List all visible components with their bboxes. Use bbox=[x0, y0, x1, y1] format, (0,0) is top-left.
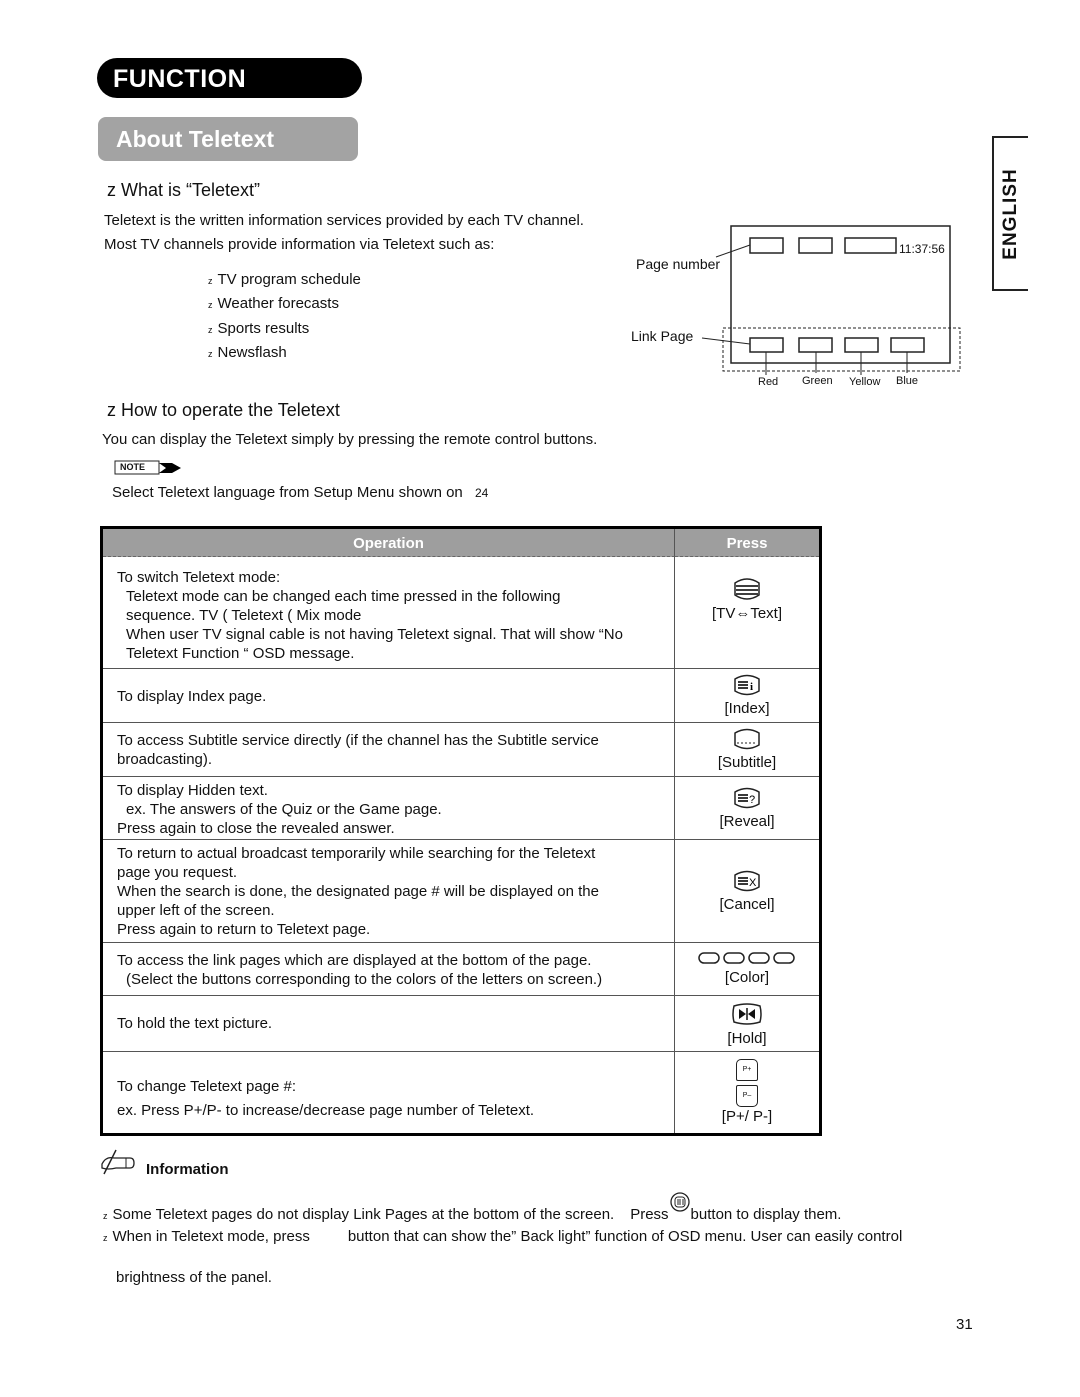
header-box-wide bbox=[844, 237, 897, 254]
press-cell: i [Index] bbox=[675, 669, 819, 727]
operation-cell: To hold the text picture. bbox=[103, 996, 675, 1051]
table-row: To display Hidden text. ex. The answers … bbox=[103, 776, 819, 839]
section-banner-function: FUNCTION bbox=[97, 58, 362, 98]
table-row: To hold the text picture. [Hold] bbox=[103, 995, 819, 1051]
red-button-icon bbox=[698, 952, 720, 964]
key-label: [Color] bbox=[724, 969, 770, 986]
key-label: [P+/ P-] bbox=[721, 1108, 773, 1125]
page-number-box bbox=[749, 237, 784, 254]
diagram-clock: 11:37:56 bbox=[899, 242, 945, 256]
operation-cell: To display Hidden text. ex. The answers … bbox=[103, 777, 675, 839]
list-item: z Weather forecasts bbox=[208, 295, 339, 312]
hold-icon bbox=[732, 1003, 762, 1025]
how-to-intro: You can display the Teletext simply by p… bbox=[102, 431, 598, 448]
link-box-yellow bbox=[844, 337, 879, 353]
svg-text:?: ? bbox=[749, 794, 755, 806]
color-buttons-icon bbox=[698, 952, 795, 964]
key-label: [Subtitle] bbox=[717, 754, 777, 771]
page-down-icon: P– bbox=[736, 1085, 758, 1107]
bullet-icon: z bbox=[208, 276, 213, 286]
header-box bbox=[798, 237, 833, 254]
link-box-green bbox=[798, 337, 833, 353]
bullet-icon: z bbox=[103, 1233, 108, 1243]
index-button-icon bbox=[669, 1192, 690, 1212]
table-row: To switch Teletext mode: Teletext mode c… bbox=[103, 557, 819, 668]
link-color-yellow: Yellow bbox=[849, 376, 881, 388]
what-is-para1: Teletext is the written information serv… bbox=[104, 212, 584, 229]
press-cell: [Color] bbox=[675, 943, 819, 1003]
operation-cell: To display Index page. bbox=[103, 669, 675, 722]
index-icon: i bbox=[734, 674, 760, 696]
heading-text: How to operate the Teletext bbox=[121, 400, 340, 420]
info-item: z Some Teletext pages do not display Link… bbox=[103, 1191, 841, 1223]
info-item: z When in Teletext mode, press button that… bbox=[103, 1228, 903, 1245]
table-row: To display Index page. i [Index] bbox=[103, 668, 819, 722]
link-box-red bbox=[749, 337, 784, 353]
column-header-press: Press bbox=[675, 529, 819, 557]
operation-cell: To access Subtitle service directly (if … bbox=[103, 723, 675, 776]
table-row: To return to actual broadcast temporaril… bbox=[103, 839, 819, 942]
subtitle-icon bbox=[734, 728, 760, 750]
key-label: [Reveal] bbox=[719, 813, 775, 830]
how-to-heading: z How to operate the Teletext bbox=[107, 400, 340, 421]
heading-bullet: z bbox=[107, 180, 116, 200]
press-cell: [Subtitle] bbox=[675, 723, 819, 781]
pencil-note-icon bbox=[101, 1149, 135, 1175]
reveal-icon: ? bbox=[734, 787, 760, 809]
key-label: [TV⇔Text] bbox=[711, 605, 782, 622]
link-color-red: Red bbox=[758, 376, 779, 388]
operation-cell: To switch Teletext mode: Teletext mode c… bbox=[103, 557, 675, 668]
column-header-operation: Operation bbox=[103, 529, 675, 557]
press-cell: P+ P– [P+/ P-] bbox=[675, 1052, 819, 1140]
link-page-leader bbox=[701, 337, 751, 345]
cancel-icon: X bbox=[734, 870, 760, 892]
page-number: 31 bbox=[956, 1316, 973, 1333]
language-tab-label: ENGLISH bbox=[1000, 167, 1021, 260]
operation-cell: To access the link pages which are displ… bbox=[103, 943, 675, 995]
table-row: To access Subtitle service directly (if … bbox=[103, 722, 819, 776]
operation-cell: To change Teletext page #: ex. Press P+/… bbox=[103, 1052, 675, 1133]
what-is-heading: z What is “Teletext” bbox=[107, 180, 260, 201]
text-mode-icon bbox=[734, 578, 760, 600]
bullet-icon: z bbox=[103, 1211, 108, 1221]
green-button-icon bbox=[723, 952, 745, 964]
link-box-blue bbox=[890, 337, 925, 353]
yellow-button-icon bbox=[748, 952, 770, 964]
note-badge-label: NOTE bbox=[120, 462, 146, 472]
press-cell: [Hold] bbox=[675, 996, 819, 1057]
page-number-label: Page number bbox=[636, 256, 721, 272]
language-tab: ENGLISH bbox=[992, 136, 1028, 291]
key-label: [Cancel] bbox=[719, 896, 775, 913]
blue-button-icon bbox=[773, 952, 795, 964]
svg-text:i: i bbox=[750, 681, 753, 693]
page-number-leader bbox=[715, 244, 751, 258]
table-row: To change Teletext page #: ex. Press P+/… bbox=[103, 1051, 819, 1133]
info-item-continuation: brightness of the panel. bbox=[116, 1269, 272, 1286]
heading-text: What is “Teletext” bbox=[121, 180, 261, 200]
bullet-icon: z bbox=[208, 349, 213, 359]
link-page-label: Link Page bbox=[631, 328, 694, 344]
table-row: To access the link pages which are displ… bbox=[103, 942, 819, 995]
list-item: z Sports results bbox=[208, 320, 310, 337]
note-text: Select Teletext language from Setup Menu… bbox=[112, 484, 489, 501]
list-item: z Newsflash bbox=[208, 344, 287, 361]
note-page-ref[interactable]: 24 bbox=[475, 486, 488, 500]
key-label: [Hold] bbox=[727, 1030, 767, 1047]
link-color-blue: Blue bbox=[896, 375, 919, 387]
heading-bullet: z bbox=[107, 400, 116, 420]
operations-table: Operation Press To switch Teletext mode:… bbox=[100, 526, 822, 1136]
page-up-icon: P+ bbox=[736, 1059, 758, 1081]
subsection-banner-about-teletext: About Teletext bbox=[98, 117, 358, 161]
link-color-green: Green bbox=[802, 375, 833, 387]
operation-cell: To return to actual broadcast temporaril… bbox=[103, 840, 675, 942]
bullet-icon: z bbox=[208, 325, 213, 335]
information-title: Information bbox=[146, 1161, 229, 1178]
bullet-icon: z bbox=[208, 300, 213, 310]
svg-text:X: X bbox=[749, 877, 757, 889]
list-item: z TV program schedule bbox=[208, 271, 361, 288]
what-is-para2: Most TV channels provide information via… bbox=[104, 236, 495, 253]
key-label: [Index] bbox=[724, 700, 770, 717]
